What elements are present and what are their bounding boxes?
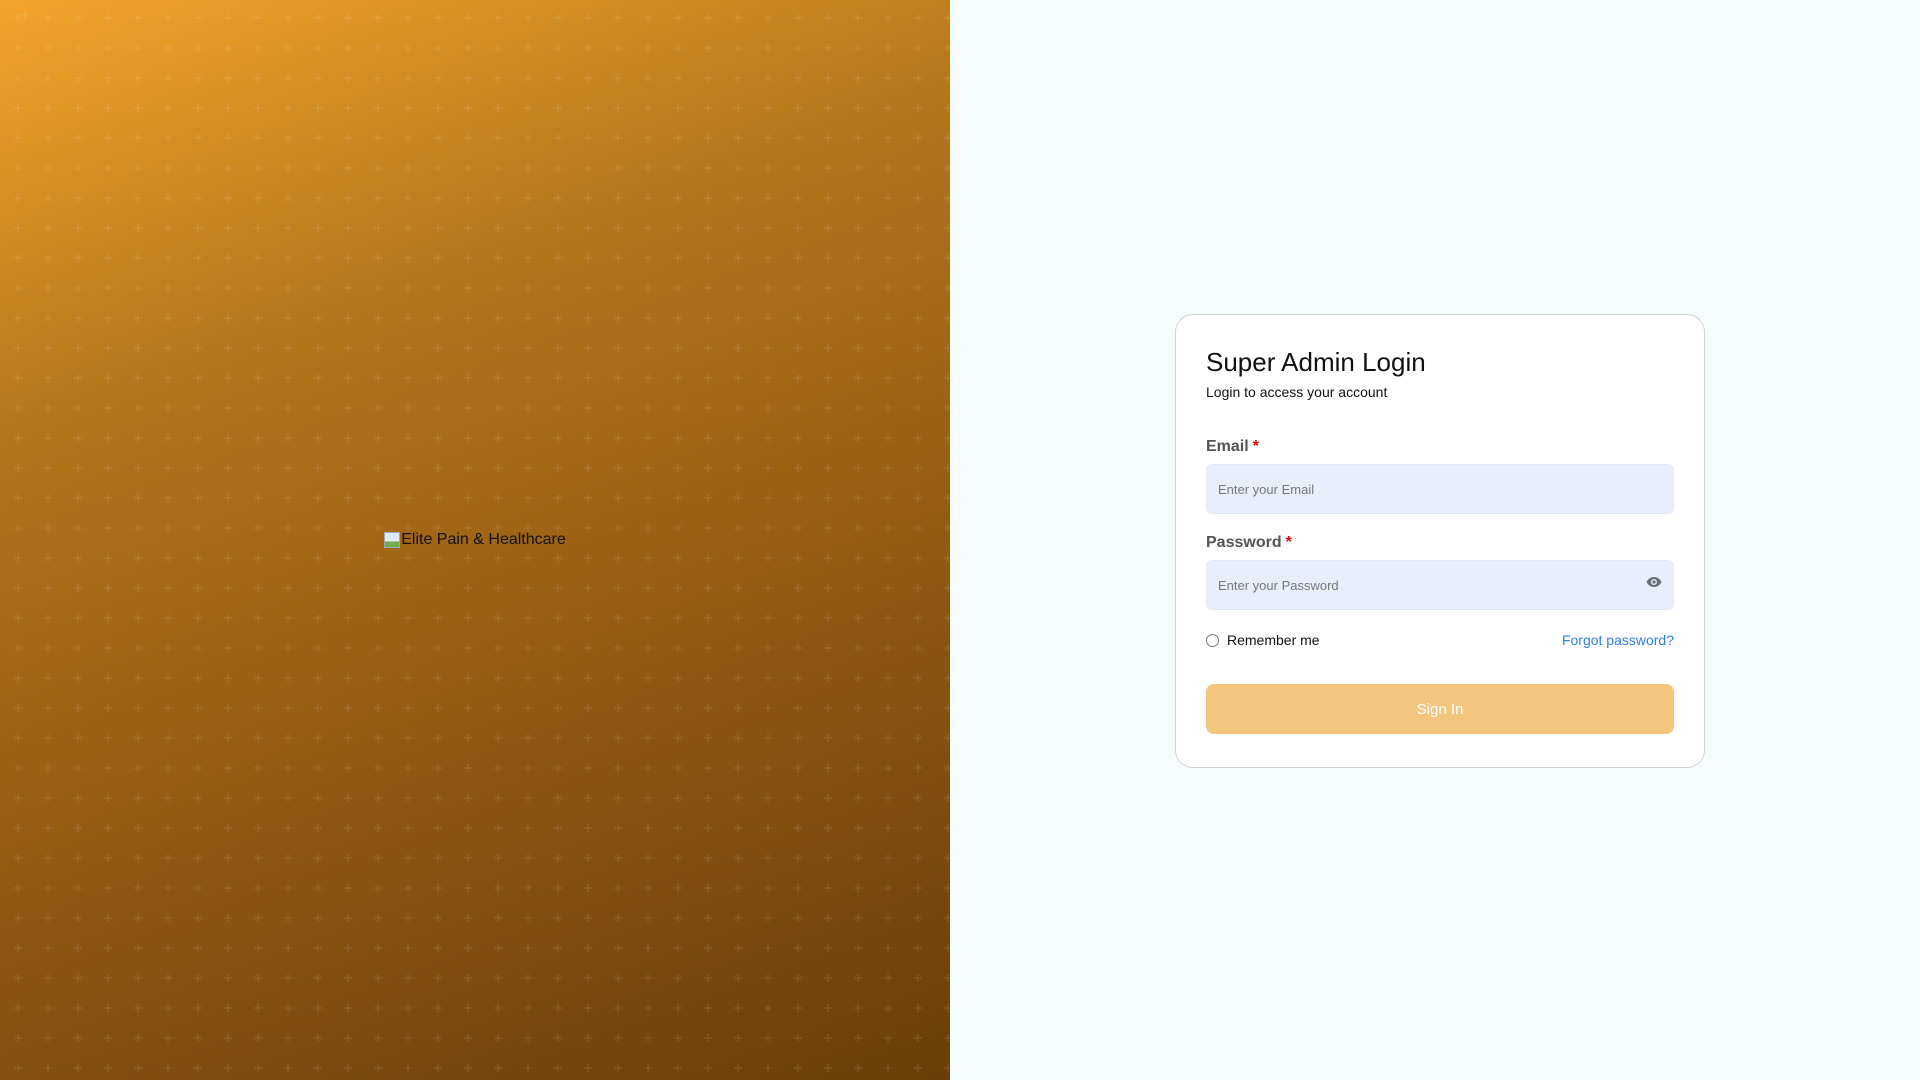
remember-me-checkbox[interactable]: Remember me [1206, 632, 1320, 648]
email-label: Email * [1206, 438, 1259, 455]
brand-panel: Elite Pain & Healthcare [0, 0, 950, 1080]
login-card: Super Admin Login Login to access your a… [1175, 314, 1705, 768]
page-subtitle: Login to access your account [1206, 384, 1388, 400]
sign-in-button[interactable]: Sign In [1206, 684, 1674, 734]
page-title: Super Admin Login [1206, 347, 1426, 377]
forgot-password-link[interactable]: Forgot password? [1562, 632, 1674, 648]
logo-alt-text: Elite Pain & Healthcare [401, 531, 566, 548]
email-input[interactable] [1206, 464, 1674, 514]
eye-icon[interactable] [1646, 576, 1662, 588]
required-mark: * [1252, 438, 1259, 455]
broken-image-icon [384, 532, 401, 548]
remember-me-label: Remember me [1227, 632, 1320, 648]
brand-logo: Elite Pain & Healthcare [384, 531, 566, 549]
password-input[interactable] [1206, 560, 1674, 610]
required-mark: * [1285, 534, 1292, 551]
password-label: Password * [1206, 534, 1292, 551]
remember-me-radio[interactable] [1206, 633, 1219, 647]
